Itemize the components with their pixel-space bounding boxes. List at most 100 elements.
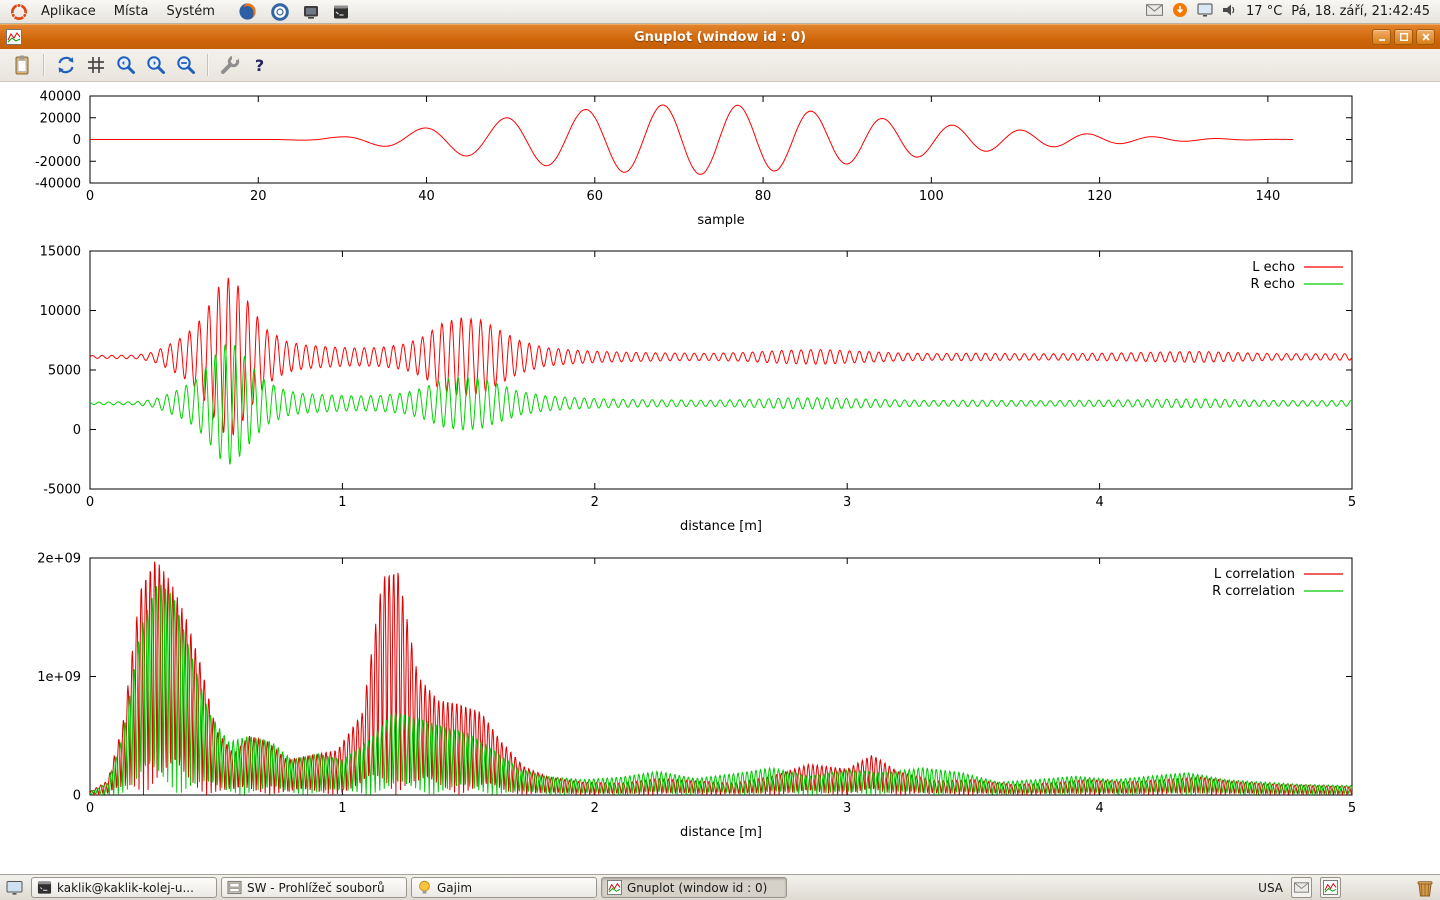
screen: Aplikace Místa Systém [0,0,1440,900]
clock-applet[interactable]: Pá, 18. září, 21:42:45 [1291,4,1430,19]
svg-text:distance [m]: distance [m] [680,825,762,840]
task-gnuplot[interactable]: Gnuplot (window id : 0) [601,877,787,898]
menu-applications[interactable]: Aplikace [32,0,105,24]
terminal-icon [333,4,349,20]
task-terminal[interactable]: kaklik@kaklik-kolej-u... [31,877,217,898]
keyboard-layout-indicator[interactable]: USA [1258,881,1283,895]
chart-1: 012345-5000050001000015000distance [m]L … [40,245,1357,535]
svg-text:sample: sample [697,213,744,228]
window-titlebar[interactable]: Gnuplot (window id : 0) [0,24,1440,49]
grid-toggle-button[interactable] [82,52,109,79]
svg-text:distance [m]: distance [m] [680,519,762,534]
launcher-screenshot[interactable] [299,0,323,24]
task-label: Gajim [437,881,472,895]
svg-text:0: 0 [86,495,94,510]
weather-temperature[interactable]: 17 °C [1246,4,1282,19]
svg-text:L echo: L echo [1252,260,1295,275]
svg-text:1: 1 [338,801,346,816]
mail-notification-icon[interactable] [1146,4,1163,20]
svg-text:1e+09: 1e+09 [37,670,81,685]
minimize-icon [1377,32,1387,42]
svg-text:20000: 20000 [40,111,81,126]
svg-text:4: 4 [1095,801,1103,816]
svg-text:4: 4 [1095,495,1103,510]
close-button[interactable] [1416,29,1435,45]
menu-system-label: Systém [166,4,214,19]
svg-text:-5000: -5000 [43,483,81,498]
svg-text:-20000: -20000 [35,155,81,170]
plots-svg[interactable]: 020406080100120140-40000-200000200004000… [0,82,1440,874]
series-L echo [90,278,1352,435]
svg-text:2: 2 [591,495,599,510]
svg-text:40: 40 [418,189,435,204]
svg-text:0: 0 [73,423,81,438]
series-signal [90,105,1293,174]
zoom-previous-icon [115,54,137,76]
panel-status-area: 17 °C Pá, 18. září, 21:42:45 [1146,2,1434,22]
copy-to-clipboard-button[interactable] [8,52,35,79]
screenshot-icon [303,4,319,20]
svg-text:-40000: -40000 [35,177,81,192]
remote-display-icon[interactable] [1197,2,1213,22]
series-R correlation [90,585,1352,795]
launcher-help[interactable] [267,0,293,24]
window-gnuplot-icon [6,29,22,45]
volume-icon[interactable] [1222,2,1237,22]
trash-applet[interactable] [1415,878,1435,898]
task-label: SW - Prohlížeč souborů [247,881,385,895]
svg-text:100: 100 [919,189,944,204]
zoom-next-button[interactable] [142,52,169,79]
svg-text:1: 1 [338,495,346,510]
svg-text:R correlation: R correlation [1212,584,1295,599]
menu-applications-label: Aplikace [41,4,96,19]
tray-gnuplot-icon [1323,880,1338,895]
menu-places[interactable]: Místa [105,0,158,24]
chart-2: 01234501e+092e+09distance [m]L correlati… [37,552,1356,841]
zoom-previous-button[interactable] [112,52,139,79]
zoom-next-icon [145,54,167,76]
show-desktop-button[interactable] [3,877,27,898]
update-notifier-icon[interactable] [1172,2,1188,22]
launcher-firefox[interactable] [234,0,261,24]
autoscale-button[interactable] [172,52,199,79]
replot-button[interactable] [52,52,79,79]
minimize-button[interactable] [1372,29,1391,45]
grid-icon [85,54,107,76]
menu-system[interactable]: Systém [157,0,223,24]
autoscale-zoom-icon [175,54,197,76]
help-button[interactable]: ? [246,52,273,79]
gnuplot-canvas[interactable]: 020406080100120140-40000-200000200004000… [0,82,1440,874]
launcher-terminal[interactable] [329,0,353,24]
show-desktop-icon [6,880,24,896]
maximize-button[interactable] [1394,29,1413,45]
window-controls [1372,29,1435,45]
task-gajim[interactable]: Gajim [411,877,597,898]
svg-text:0: 0 [73,133,81,148]
refresh-icon [55,54,77,76]
top-panel: Aplikace Místa Systém [0,0,1440,24]
bottom-taskbar: kaklik@kaklik-kolej-u... SW - Prohlížeč … [0,874,1440,900]
toolbar-separator [43,54,44,76]
gnuplot-task-icon [607,880,622,895]
terminal-task-icon [37,880,52,895]
svg-text:5000: 5000 [48,364,81,379]
svg-text:80: 80 [755,189,772,204]
maximize-icon [1399,32,1409,42]
svg-text:R echo: R echo [1250,277,1295,292]
svg-text:15000: 15000 [40,245,81,260]
ubuntu-logo-icon [10,3,28,21]
firefox-icon [238,2,257,21]
window-title: Gnuplot (window id : 0) [0,30,1440,45]
task-file-browser[interactable]: SW - Prohlížeč souborů [221,877,407,898]
settings-button[interactable] [216,52,243,79]
toolbar-separator [207,54,208,76]
clipboard-icon [11,54,33,76]
ubuntu-menu-button[interactable] [6,0,32,24]
tray-gnuplot-button[interactable] [1320,877,1341,898]
help-question-label: ? [255,56,264,75]
task-label: kaklik@kaklik-kolej-u... [57,881,194,895]
panel-launchers [234,0,353,24]
tray-mail-button[interactable] [1291,877,1312,898]
svg-text:10000: 10000 [40,304,81,319]
file-browser-icon [227,880,242,895]
